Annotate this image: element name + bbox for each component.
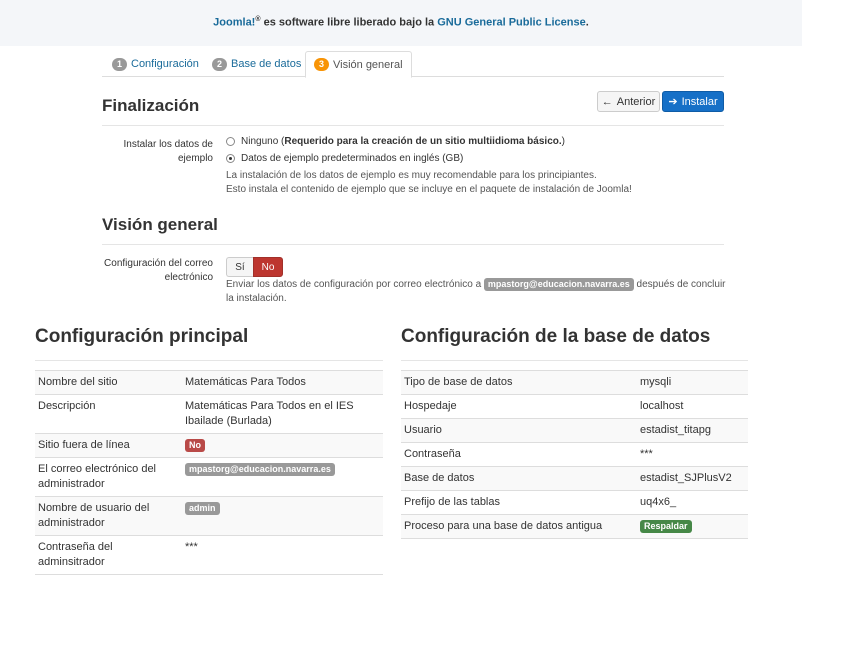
install-steps-tabs: 1 Configuración 2 Base de datos 3 Visión… [102, 51, 724, 78]
table-row: Hospedaje localhost [401, 394, 748, 419]
backup-badge: Respaldar [640, 520, 692, 533]
radio-default[interactable] [226, 154, 235, 163]
step-number-badge: 2 [212, 57, 227, 71]
no-button[interactable]: No [253, 257, 283, 277]
email-help-text: Enviar los datos de configuración por co… [226, 278, 726, 304]
sample-data-label: Instalar los datos de ejemplo [123, 139, 214, 164]
table-row: Nombre del sitio Matemáticas Para Todos [35, 370, 383, 395]
tab-base-de-datos[interactable]: 2 Base de datos [204, 51, 309, 77]
db-config-table: Tipo de base de datos mysqli Hospedaje l… [401, 370, 748, 539]
gpl-license-link[interactable]: GNU General Public License [437, 17, 586, 29]
finalizacion-title: Finalización [102, 96, 200, 115]
table-row: Tipo de base de datos mysqli [401, 370, 748, 395]
offline-badge: No [185, 439, 205, 452]
vision-general-title: Visión general [102, 215, 218, 234]
email-config-label: Configuración del correo electrónico [104, 258, 213, 283]
email-config-toggle: Sí No [226, 257, 283, 277]
sample-option-none[interactable]: Ninguno (Requerido para la creación de u… [226, 136, 565, 147]
radio-none[interactable] [226, 137, 235, 146]
joomla-link[interactable]: Joomla! [213, 17, 255, 29]
divider [102, 244, 724, 245]
license-text: Joomla!® es software libre liberado bajo… [213, 16, 589, 29]
table-row: Contraseña del adminsitrador *** [35, 535, 383, 575]
email-badge: mpastorg@educacion.navarra.es [483, 278, 634, 291]
table-row: Descripción Matemáticas Para Todos en el… [35, 394, 383, 434]
arrow-right-icon: ➔ [668, 96, 678, 108]
arrow-left-icon: ← [601, 95, 613, 108]
table-row: Proceso para una base de datos antigua R… [401, 514, 748, 539]
table-row: Prefijo de las tablas uq4x6_ [401, 490, 748, 515]
sample-help-line-2: Esto instala el contenido de ejemplo que… [226, 184, 632, 195]
main-config-table: Nombre del sitio Matemáticas Para Todos … [35, 370, 383, 575]
tab-configuracion[interactable]: 1 Configuración [104, 51, 207, 77]
divider [401, 360, 748, 361]
admin-username-badge: admin [185, 502, 220, 515]
tab-vision-general[interactable]: 3 Visión general [305, 51, 412, 78]
sample-option-default[interactable]: Datos de ejemplo predeterminados en ingl… [226, 153, 463, 164]
table-row: Sitio fuera de línea No [35, 433, 383, 458]
step-number-badge: 1 [112, 57, 127, 71]
table-row: El correo electrónico del administrador … [35, 457, 383, 497]
table-row: Contraseña *** [401, 442, 748, 467]
main-config-title: Configuración principal [35, 326, 249, 347]
table-row: Nombre de usuario del administrador admi… [35, 496, 383, 536]
step-number-badge: 3 [314, 58, 329, 71]
previous-button[interactable]: ← Anterior [597, 91, 660, 112]
license-banner: Joomla!® es software libre liberado bajo… [0, 0, 802, 46]
yes-button[interactable]: Sí [226, 257, 253, 277]
db-config-title: Configuración de la base de datos [401, 326, 711, 347]
install-button[interactable]: ➔ Instalar [662, 91, 724, 112]
divider [102, 125, 724, 126]
admin-email-badge: mpastorg@educacion.navarra.es [185, 463, 335, 476]
table-row: Base de datos estadist_SJPlusV2 [401, 466, 748, 491]
table-row: Usuario estadist_titapg [401, 418, 748, 443]
divider [35, 360, 383, 361]
sample-help-line-1: La instalación de los datos de ejemplo e… [226, 170, 597, 181]
